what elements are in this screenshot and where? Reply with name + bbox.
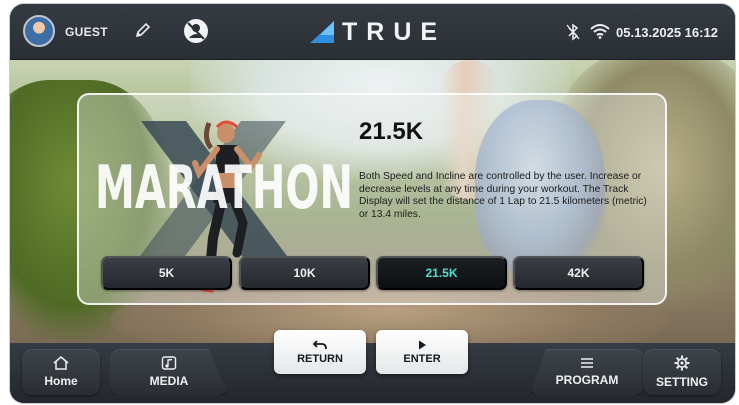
media-button[interactable]: MEDIA [110,349,228,395]
user-avatar[interactable] [23,15,55,47]
home-icon [53,356,69,370]
wifi-icon [590,24,610,39]
distance-5k-button[interactable]: 5K [101,256,232,290]
gear-icon [674,355,690,371]
program-card: MARATHON 21.5K Both Speed and Incline ar… [77,93,667,305]
hero-title: MARATHON [95,153,353,216]
program-button[interactable]: PROGRAM [530,349,644,395]
user-name[interactable]: GUEST [65,25,108,39]
home-button[interactable]: Home [22,349,100,395]
music-note-icon [161,356,177,370]
home-label: Home [44,374,78,388]
logo-mark-icon [310,21,334,43]
bottom-nav: Home MEDIA PROGRAM SETTING [10,343,735,403]
setting-button[interactable]: SETTING [643,349,721,395]
program-label: PROGRAM [555,373,619,387]
distance-10k-button[interactable]: 10K [239,256,370,290]
distance-42k-button[interactable]: 42K [513,256,644,290]
brand-name: TRUE [342,17,447,46]
list-icon [581,358,593,368]
return-label: RETURN [297,352,343,365]
setting-label: SETTING [655,375,708,389]
play-icon [419,340,426,349]
user-off-icon[interactable] [183,18,209,44]
date-time: 05.13.2025 16:12 [616,25,718,40]
return-arrow-icon [313,339,327,349]
media-label: MEDIA [149,374,189,388]
enter-button[interactable]: ENTER [376,330,468,374]
treadmill-screen: GUEST TRUE 05.13.2025 16:12 MARATHON 21.… [10,4,735,403]
status-bar: GUEST TRUE 05.13.2025 16:12 [10,4,735,60]
return-button[interactable]: RETURN [274,330,366,374]
program-title: 21.5K [359,118,424,145]
distance-21-5k-button[interactable]: 21.5K [376,256,507,290]
pencil-icon[interactable] [134,21,152,39]
brand-logo: TRUE [310,18,446,46]
enter-label: ENTER [403,352,441,365]
bluetooth-off-icon [566,23,580,41]
svg-text:MARATHON: MARATHON [95,153,353,216]
program-description: Both Speed and Incline are controlled by… [359,171,647,220]
